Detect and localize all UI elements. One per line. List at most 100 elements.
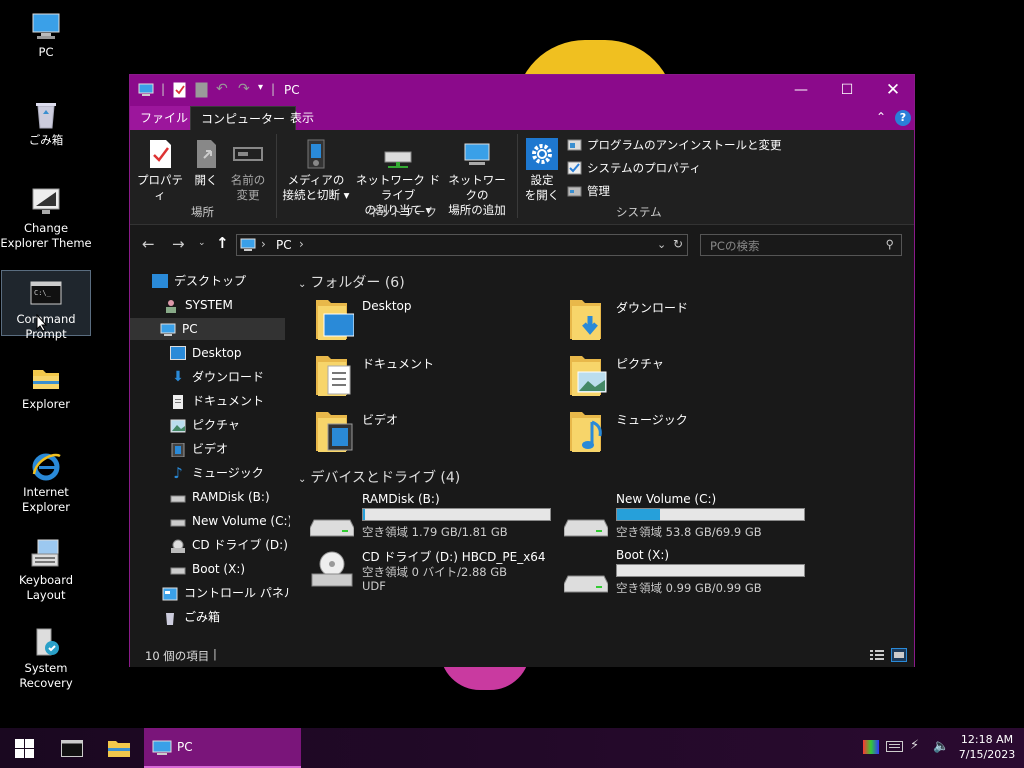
taskbar-file-explorer[interactable]: [96, 728, 144, 768]
desktop-icon-pc[interactable]: PC: [0, 4, 92, 74]
breadcrumb-separator[interactable]: ›: [261, 237, 266, 251]
manage-button[interactable]: 管理: [567, 181, 610, 201]
nav-label: ごみ箱: [184, 610, 221, 624]
network-disconnected-icon[interactable]: ⚡: [910, 738, 919, 753]
nav-item-documents[interactable]: ドキュメント: [170, 390, 264, 412]
drive-item-cd[interactable]: CD ドライブ (D:) HBCD_PE_x64 空き領域 0 バイト/2.88…: [310, 548, 560, 600]
download-folder-icon: [568, 296, 604, 340]
breadcrumb-separator[interactable]: ›: [299, 237, 304, 251]
nav-item-music[interactable]: ♪ ミュージック: [170, 462, 264, 484]
volume-muted-icon[interactable]: 🔈: [933, 739, 949, 754]
properties-label: プロパティ: [137, 173, 183, 202]
drive-filesystem: UDF: [362, 579, 386, 593]
drive-item-boot[interactable]: Boot (X:) 空き領域 0.99 GB/0.99 GB: [563, 548, 814, 596]
media-icon: [300, 138, 332, 170]
system-properties-button[interactable]: システムのプロパティ: [567, 158, 701, 178]
nav-item-cd-drive[interactable]: CD ドライブ (D:) HBC: [170, 534, 287, 556]
drive-item-new-volume[interactable]: New Volume (C:) 空き領域 53.8 GB/69.9 GB: [563, 492, 814, 540]
nav-item-pc[interactable]: PC: [130, 318, 285, 340]
nav-item-ramdisk[interactable]: RAMDisk (B:): [170, 486, 270, 508]
recent-locations-button[interactable]: ⌄: [198, 238, 206, 248]
desktop-icon-recycle-bin[interactable]: ごみ箱: [0, 92, 92, 162]
address-dropdown-icon[interactable]: ⌄: [657, 238, 666, 251]
nav-item-control-panel[interactable]: コントロール パネル: [162, 582, 296, 604]
qat-customize-icon[interactable]: ▾: [258, 82, 263, 93]
media-label-line1: メディアの: [287, 173, 345, 187]
media-connect-button[interactable]: メディアの 接続と切断 ▾: [280, 138, 352, 203]
folder-item-documents[interactable]: ドキュメント: [314, 352, 554, 404]
add-network-location-button[interactable]: ネットワークの 場所の追加: [444, 138, 510, 218]
properties-qat-icon[interactable]: [173, 82, 186, 101]
breadcrumb-pc[interactable]: PC: [276, 238, 292, 252]
redo-icon[interactable]: ↷: [238, 81, 250, 97]
nav-label: Boot (X:): [192, 562, 246, 576]
drive-item-ramdisk[interactable]: RAMDisk (B:) 空き領域 1.79 GB/1.81 GB: [309, 492, 560, 540]
new-folder-qat-icon[interactable]: [195, 82, 208, 101]
rename-icon: [232, 138, 264, 170]
uninstall-programs-button[interactable]: プログラムのアンインストールと変更: [567, 135, 781, 155]
nav-item-new-volume[interactable]: New Volume (C:): [170, 510, 292, 532]
forward-button[interactable]: →: [172, 235, 185, 253]
video-folder-icon: [314, 408, 353, 452]
open-button[interactable]: 開く: [190, 138, 222, 188]
refresh-icon[interactable]: ↻: [673, 237, 683, 251]
desktop-icon-label: Keyboard Layout: [18, 573, 74, 602]
color-picker-icon[interactable]: [863, 740, 879, 757]
details-view-icon[interactable]: [870, 649, 884, 664]
maximize-button[interactable]: ☐: [824, 75, 870, 106]
clock[interactable]: 12:18 AM 7/15/2023: [952, 728, 1022, 768]
drives-group-header[interactable]: ⌄ デバイスとドライブ (4): [298, 467, 460, 487]
desktop-icon-system-recovery[interactable]: System Recovery: [0, 620, 92, 690]
nav-item-recycle-bin[interactable]: ごみ箱: [162, 606, 220, 628]
start-button[interactable]: [0, 728, 48, 768]
media-label-line2: 接続と切断 ▾: [282, 188, 350, 202]
tab-view[interactable]: 表示: [280, 106, 324, 130]
taskbar-command-prompt[interactable]: [48, 728, 96, 768]
taskbar-window-pc[interactable]: PC: [144, 728, 301, 768]
folder-item-pictures[interactable]: ピクチャ: [568, 352, 808, 404]
music-icon: ♪: [173, 463, 183, 482]
drive-free-space: 空き領域 0 バイト/2.88 GB: [362, 565, 508, 579]
nav-item-desktop-folder[interactable]: Desktop: [170, 342, 242, 364]
folders-group-header[interactable]: ⌄ フォルダー (6): [298, 272, 405, 292]
recycle-bin-icon: [30, 98, 62, 130]
search-input[interactable]: PCの検索: [710, 239, 759, 253]
address-bar[interactable]: › PC › ⌄ ↻: [236, 234, 688, 256]
desktop-icon-label: Change Explorer Theme: [0, 221, 92, 250]
nav-item-pictures[interactable]: ピクチャ: [170, 414, 240, 436]
desktop-icon-keyboard-layout[interactable]: Keyboard Layout: [0, 532, 92, 602]
nav-item-boot[interactable]: Boot (X:): [170, 558, 245, 580]
settings-label-line1: 設定: [530, 173, 554, 187]
rename-button[interactable]: 名前の 変更: [228, 138, 268, 203]
nav-item-desktop[interactable]: デスクトップ: [152, 270, 246, 292]
desktop-icon-explorer[interactable]: Explorer: [0, 356, 92, 426]
close-button[interactable]: ✕: [870, 75, 916, 106]
drive-icon: [170, 562, 186, 576]
undo-icon[interactable]: ↶: [216, 81, 228, 97]
open-settings-button[interactable]: 設定 を開く: [522, 138, 562, 203]
folder-item-desktop[interactable]: Desktop: [314, 296, 554, 348]
folder-item-downloads[interactable]: ダウンロード: [568, 296, 808, 348]
minimize-button[interactable]: —: [778, 75, 824, 106]
desktop-icon-change-theme[interactable]: Change Explorer Theme: [0, 180, 92, 250]
folder-item-videos[interactable]: ビデオ: [314, 408, 554, 460]
properties-button[interactable]: プロパティ: [136, 138, 184, 203]
large-icons-view-icon[interactable]: [891, 648, 907, 662]
nav-label: RAMDisk (B:): [192, 490, 270, 504]
up-button[interactable]: ↑: [216, 234, 229, 252]
collapse-ribbon-icon[interactable]: ⌃: [876, 110, 886, 124]
back-button[interactable]: ←: [142, 235, 155, 253]
nav-item-system[interactable]: SYSTEM: [163, 294, 233, 316]
terminal-icon: [61, 740, 83, 761]
title-bar[interactable]: | ↶ ↷ ▾ | PC — ☐ ✕: [130, 75, 914, 106]
help-icon[interactable]: ?: [895, 110, 911, 126]
tab-file[interactable]: ファイル: [130, 106, 199, 130]
desktop-icon-internet-explorer[interactable]: Internet Explorer: [0, 444, 92, 514]
nav-item-videos[interactable]: ビデオ: [170, 438, 228, 460]
netloc-label-line2: 場所の追加: [448, 203, 506, 217]
content-pane: ⌄ フォルダー (6) Desktop ダウンロード ドキュメント ピクチャ ビデ…: [290, 264, 914, 642]
search-box[interactable]: PCの検索 ⚲: [700, 234, 902, 256]
folder-item-music[interactable]: ミュージック: [568, 408, 808, 460]
nav-item-downloads[interactable]: ⬇ ダウンロード: [170, 366, 264, 388]
keyboard-icon[interactable]: [886, 741, 903, 755]
